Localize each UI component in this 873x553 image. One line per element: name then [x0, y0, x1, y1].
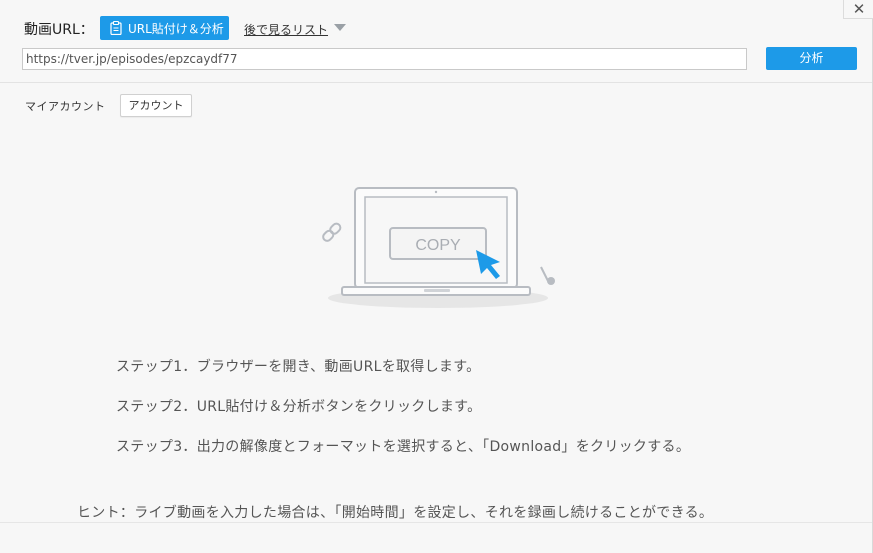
app-window: ✕ 動画URL： URL貼付け＆分析 後で見るリスト 分析 マイアカウント アカ… [0, 0, 873, 553]
close-icon: ✕ [852, 0, 866, 18]
bottom-bar [0, 522, 872, 553]
url-input[interactable] [22, 48, 747, 70]
hint-text: ヒント：ライブ動画を入力した場合は、「開始時間」を設定し、それを録画し続けること… [77, 505, 714, 521]
step-2: ステップ2．URL貼付け＆分析ボタンをクリックします。 [116, 399, 482, 415]
close-button[interactable]: ✕ [843, 0, 873, 19]
step-3: ステップ3．出力の解像度とフォーマットを選択すると、「Download」をクリッ… [116, 439, 691, 455]
paste-and-analyze-button[interactable]: URL貼付け＆分析 [100, 16, 229, 40]
header-divider [0, 82, 872, 83]
video-url-label: 動画URL： [24, 22, 94, 38]
triangle-down-icon[interactable] [334, 24, 346, 31]
music-note-icon [540, 266, 555, 285]
copy-url-illustration: COPY [320, 182, 570, 318]
paste-button-label: URL貼付け＆分析 [128, 21, 224, 36]
copy-text: COPY [415, 237, 461, 254]
watch-later-link[interactable]: 後で見るリスト [244, 21, 328, 38]
account-button[interactable]: アカウント [120, 94, 192, 117]
analyze-button[interactable]: 分析 [766, 47, 857, 70]
step-1: ステップ1．ブラウザーを開き、動画URLを取得します。 [116, 359, 481, 375]
my-account-label: マイアカウント [25, 100, 106, 113]
clipboard-icon [110, 20, 122, 36]
link-icon [322, 222, 342, 242]
instruction-steps: ステップ1．ブラウザーを開き、動画URLを取得します。 ステップ2．URL貼付け… [116, 357, 690, 477]
